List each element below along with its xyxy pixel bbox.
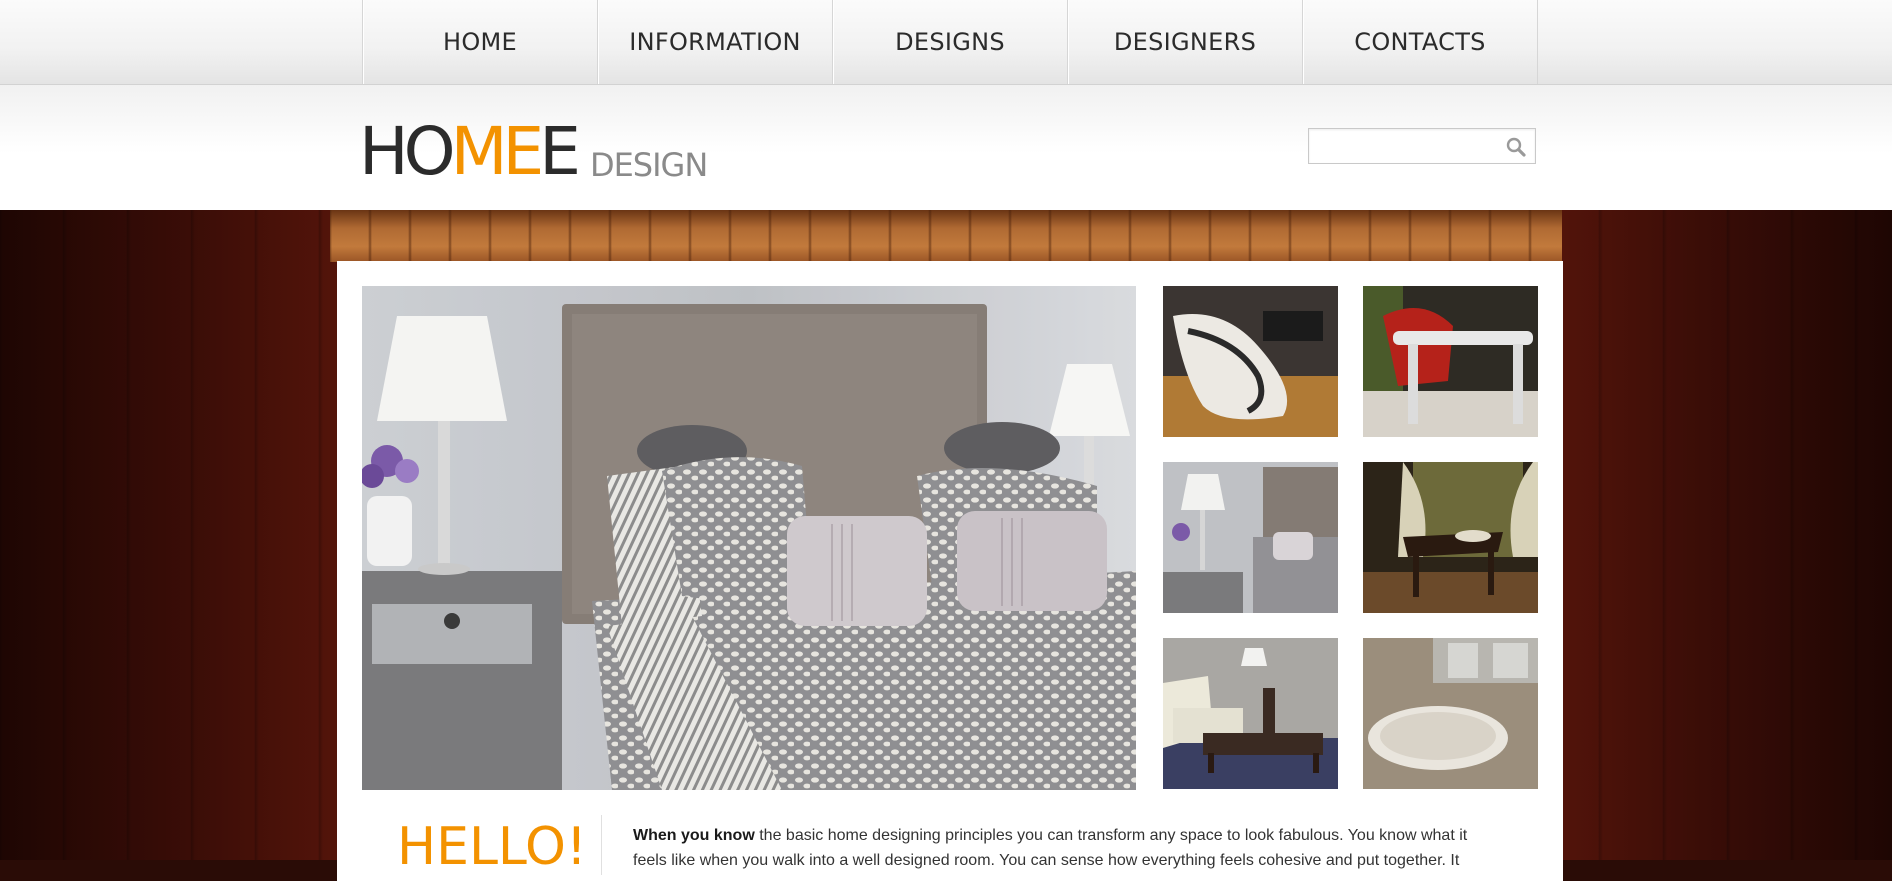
site-header: HOMEE DESIGN xyxy=(0,85,1892,210)
thumb-bathtub[interactable] xyxy=(1363,638,1538,789)
nav-item-information[interactable]: INFORMATION xyxy=(598,0,833,84)
hero-image-bedroom[interactable] xyxy=(362,286,1136,790)
thumb-living-room[interactable] xyxy=(1163,638,1338,789)
thumb-illustration xyxy=(1363,286,1538,437)
nav-item-home[interactable]: HOME xyxy=(363,0,598,84)
main-menu: HOME INFORMATION DESIGNS DESIGNERS CONTA… xyxy=(362,0,1538,84)
logo-subtitle: DESIGN xyxy=(589,146,708,184)
hello-heading: HELLO! xyxy=(397,817,587,877)
search-input[interactable] xyxy=(1309,129,1499,163)
thumb-illustration xyxy=(1163,638,1338,789)
hero-illustration xyxy=(362,286,1136,790)
search-box xyxy=(1308,128,1536,164)
thumb-bedroom[interactable] xyxy=(1163,462,1338,613)
site-logo[interactable]: HOMEE DESIGN xyxy=(359,113,708,190)
intro-lead: When you know xyxy=(633,827,755,844)
search-icon[interactable] xyxy=(1505,136,1527,158)
thumb-illustration xyxy=(1163,286,1338,437)
thumb-illustration xyxy=(1363,462,1538,613)
thumb-lounge-chair[interactable] xyxy=(1163,286,1338,437)
top-nav-bar: HOME INFORMATION DESIGNS DESIGNERS CONTA… xyxy=(0,0,1892,85)
logo-accent-letters: ME xyxy=(450,113,545,190)
nav-item-designers[interactable]: DESIGNERS xyxy=(1068,0,1303,84)
thumb-illustration xyxy=(1163,462,1338,613)
wood-plank-strip xyxy=(330,210,1562,262)
nav-item-designs[interactable]: DESIGNS xyxy=(833,0,1068,84)
section-divider xyxy=(601,815,602,875)
intro-paragraph: When you know the basic home designing p… xyxy=(633,823,1513,873)
logo-text: HOMEE xyxy=(359,113,581,190)
thumb-red-chair[interactable] xyxy=(1363,286,1538,437)
content-panel: HELLO! When you know the basic home desi… xyxy=(337,261,1563,881)
thumb-window-chair[interactable] xyxy=(1363,462,1538,613)
intro-line-2: feels like when you walk into a well des… xyxy=(633,852,1460,869)
thumb-illustration xyxy=(1363,638,1538,789)
intro-line-1: the basic home designing principles you … xyxy=(754,827,1468,844)
nav-item-contacts[interactable]: CONTACTS xyxy=(1303,0,1538,84)
